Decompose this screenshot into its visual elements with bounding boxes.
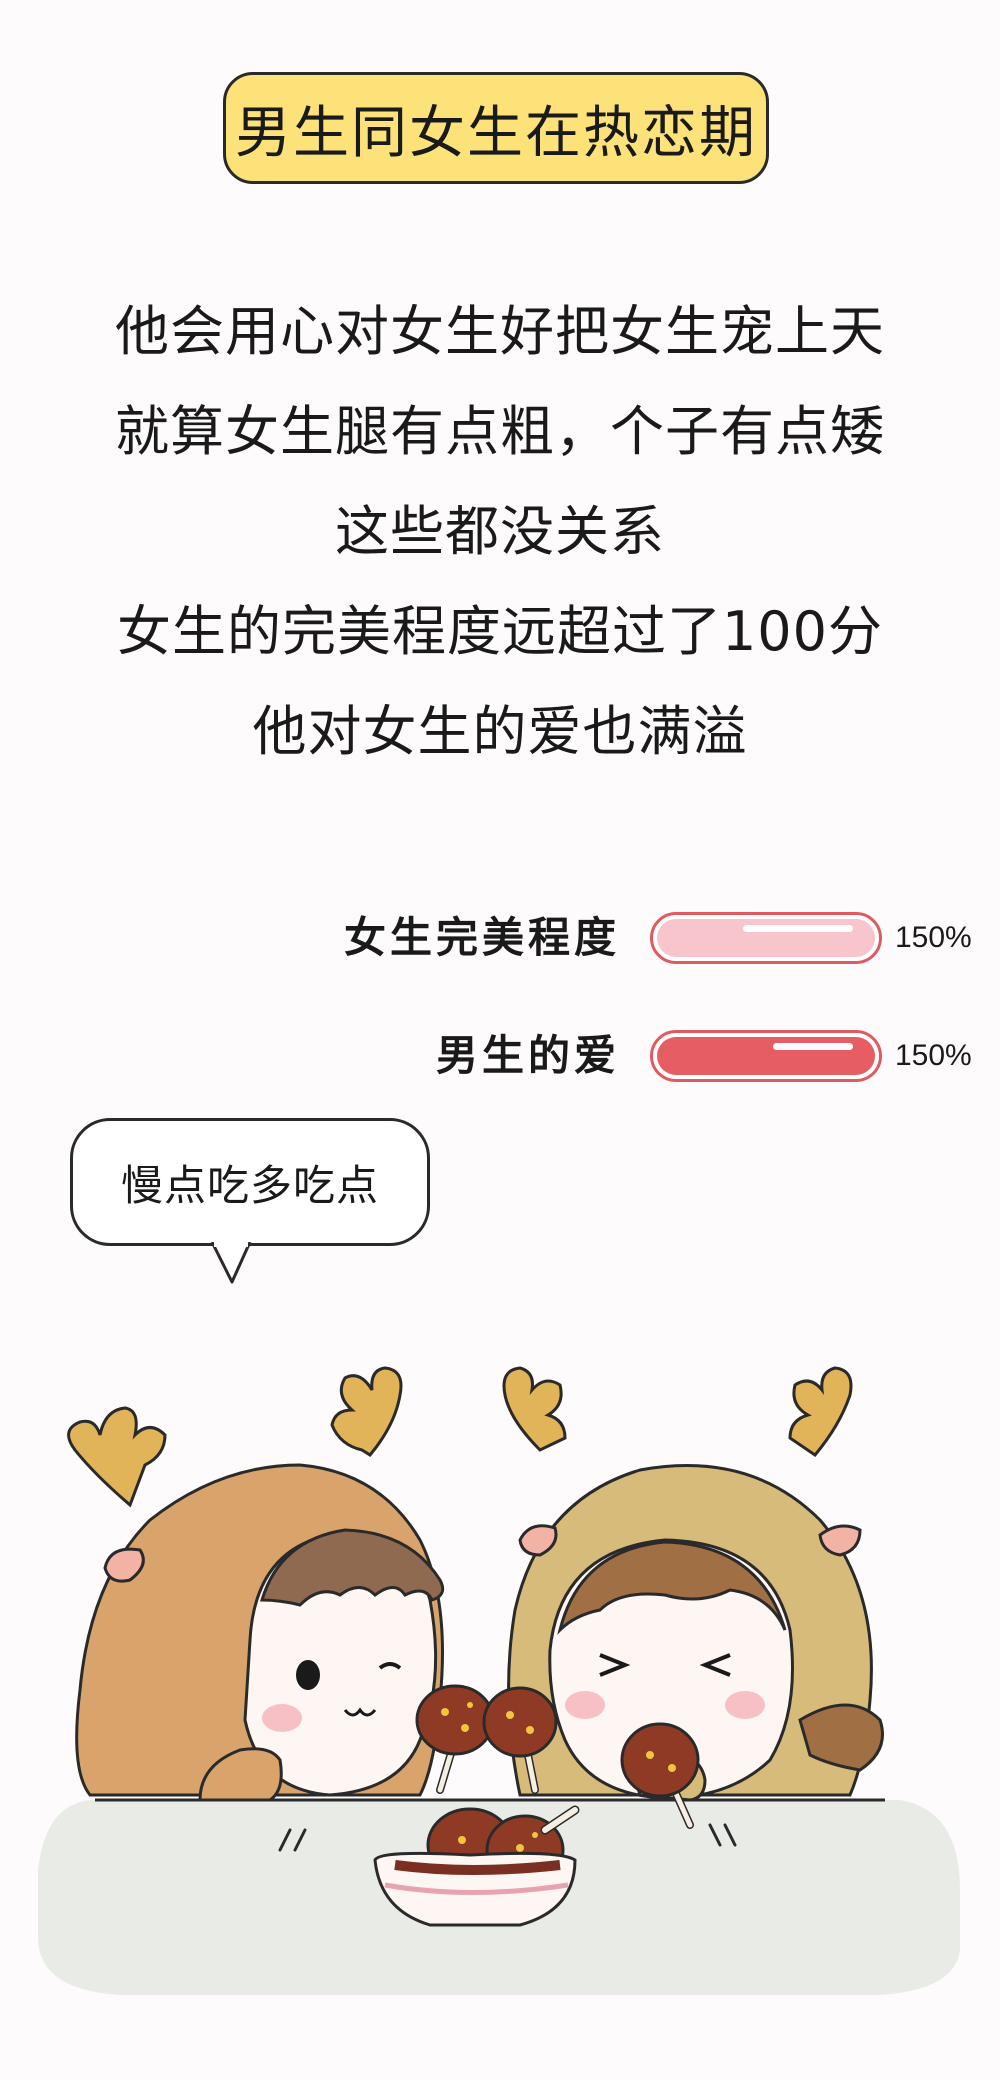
eye-icon <box>296 1660 320 1690</box>
page-title: 男生同女生在热恋期 <box>235 100 757 166</box>
meter-perfection: 女生完美程度 150% <box>0 908 1000 968</box>
couple-illustration <box>38 1366 960 1995</box>
paragraph-line: 他会用心对女生好把女生宠上天 <box>115 300 885 363</box>
meter-value: 150% <box>895 1039 972 1072</box>
paragraph-line: 女生的完美程度远超过了100分 <box>116 600 884 663</box>
antler-left-icon <box>67 1406 167 1508</box>
progress-bar <box>650 912 882 964</box>
bar-shine <box>773 1043 853 1050</box>
paragraph-line: 他对女生的爱也满溢 <box>252 700 748 763</box>
meter-value: 150% <box>895 921 972 954</box>
blush <box>725 1691 765 1719</box>
speech-text: 慢点吃多吃点 <box>120 1160 379 1210</box>
progress-bar <box>650 1030 882 1082</box>
speech-bubble: 慢点吃多吃点 <box>70 1118 430 1246</box>
paragraph-line: 就算女生腿有点粗，个子有点矮 <box>115 400 885 463</box>
meter-love: 男生的爱 150% <box>0 1026 1000 1086</box>
antler-left-icon <box>502 1366 567 1452</box>
bar-shine <box>743 925 853 932</box>
meter-label: 男生的爱 <box>435 1031 620 1080</box>
paragraph-line: 这些都没关系 <box>335 500 665 563</box>
meter-label: 女生完美程度 <box>343 913 620 962</box>
blush <box>262 1704 302 1732</box>
girl-deer-character <box>502 1366 884 1802</box>
title-banner: 男生同女生在热恋期 <box>223 72 769 184</box>
boy-deer-character <box>67 1366 445 1802</box>
antler-right-icon <box>788 1366 853 1458</box>
blush <box>565 1691 605 1719</box>
antler-right-icon <box>330 1366 403 1457</box>
story-paragraph: 他会用心对女生好把女生宠上天 就算女生腿有点粗，个子有点矮 这些都没关系 女生的… <box>0 282 1000 782</box>
